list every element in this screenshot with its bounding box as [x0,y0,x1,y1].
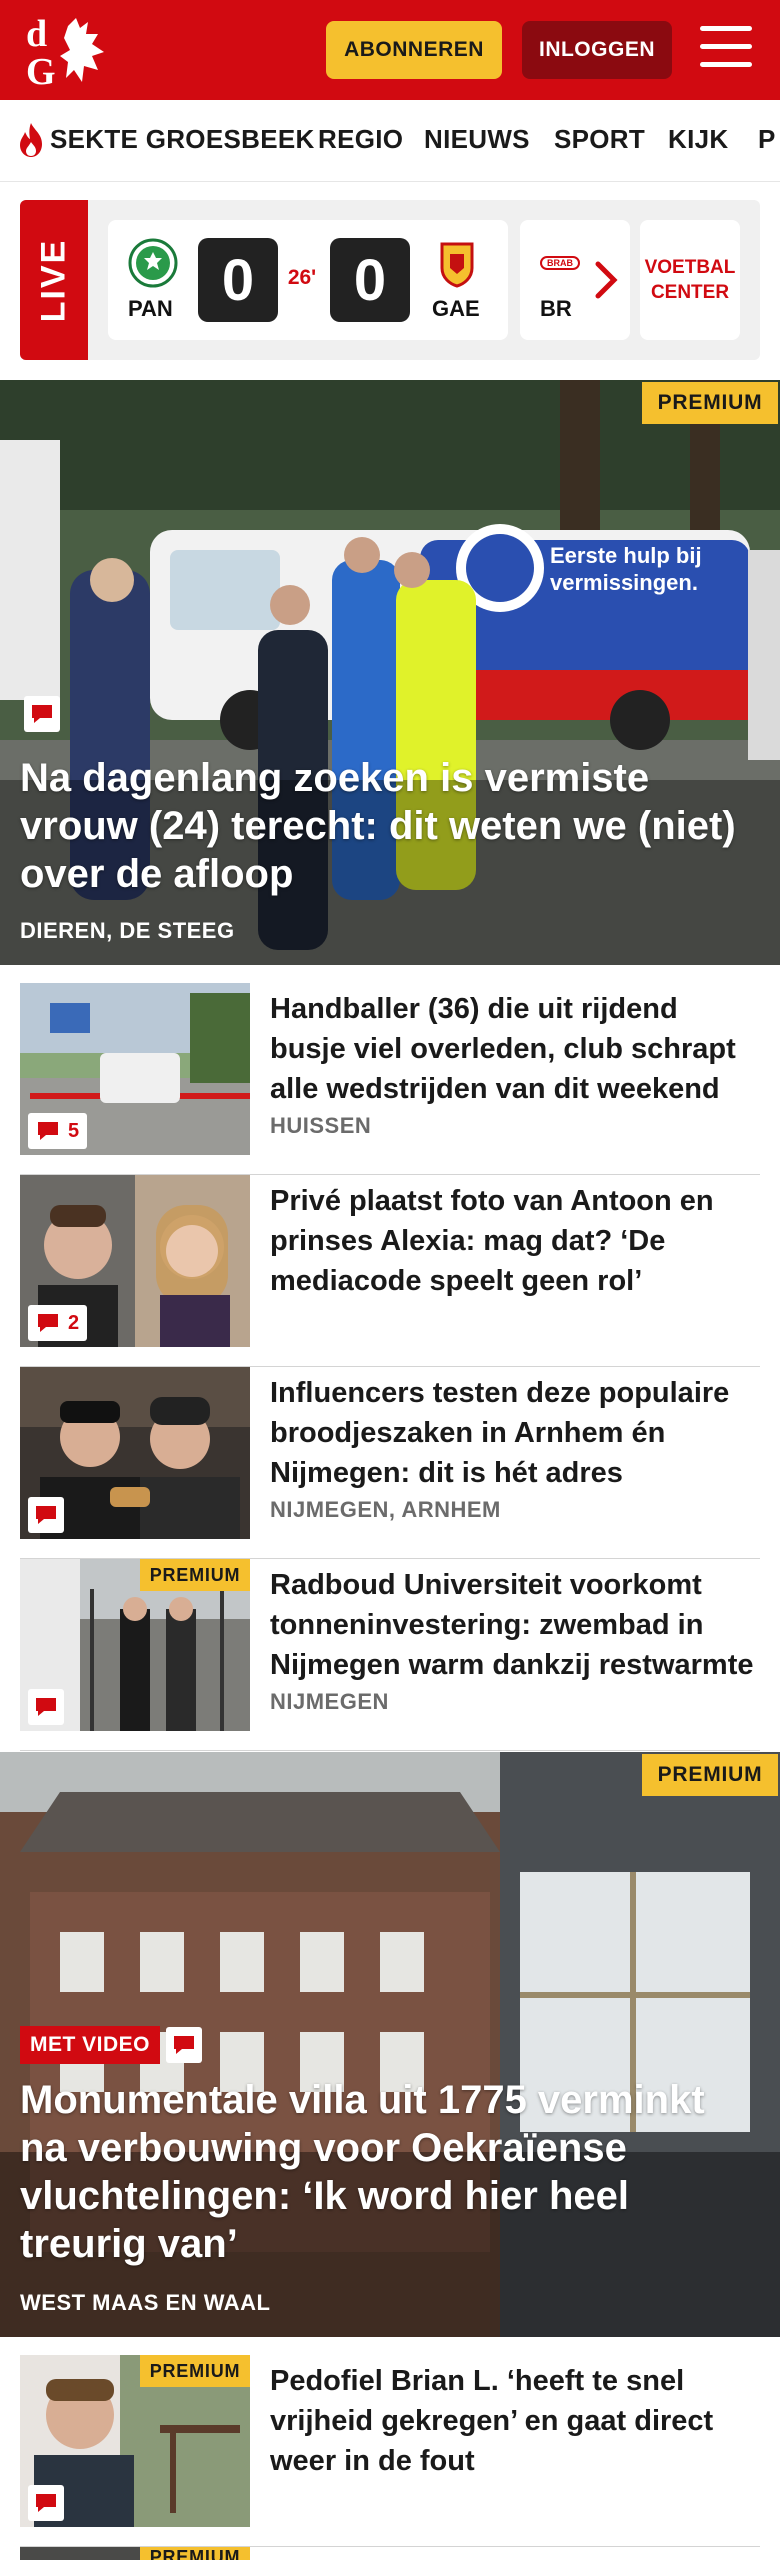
svg-text:vermissingen.: vermissingen. [550,570,698,595]
hero-title[interactable]: Na dagenlang zoeken is vermiste vrouw (2… [20,754,760,898]
comment-icon [24,696,60,732]
brab-logo-icon: BRAB [540,256,580,270]
login-button[interactable]: INLOGGEN [522,21,672,79]
nav-item-kijk[interactable]: KIJK [668,124,728,155]
home-team-code-2: BR [540,296,572,321]
site-header: d G ABONNEREN INLOGGEN [0,0,780,100]
nav-item-nieuws[interactable]: NIEUWS [424,124,530,155]
live-label: LIVE [20,200,88,360]
flame-icon [20,123,42,157]
comment-icon [166,2027,202,2063]
article-location: NIJMEGEN, ARNHEM [270,1497,501,1522]
article-location: NIJMEGEN [270,1689,389,1714]
list-item[interactable]: Influencers testen deze populaire broodj… [20,1367,760,1559]
main-nav: SEKTE GROESBEEK REGIO NIEUWS SPORT KIJK … [0,100,780,182]
premium-badge: PREMIUM [642,382,778,424]
feature-title[interactable]: Monumentale villa uit 1775 verminkt na v… [20,2076,760,2268]
svg-text:G: G [26,51,56,88]
comment-icon [28,1689,64,1725]
menu-icon[interactable] [700,26,752,72]
subscribe-button[interactable]: ABONNEREN [326,21,502,79]
comment-icon [38,1122,58,1140]
feature-article[interactable]: PREMIUM MET VIDEO Monumentale villa uit … [0,1752,780,2337]
article-title[interactable]: Influencers testen deze populaire broodj… [270,1373,760,1493]
premium-badge: PREMIUM [140,2355,250,2387]
list-item[interactable]: 5 Handballer (36) die uit rijdend busje … [20,983,760,1175]
voetbal-center-button[interactable]: VOETBAL CENTER [640,220,740,340]
list-item[interactable]: 2 Privé plaatst foto van Antoon en prins… [20,1175,760,1367]
live-scores-bar: LIVE PAN 0 26' 0 GAE BRAB BR VOETBAL CEN… [20,200,760,360]
nav-item-sport[interactable]: SPORT [554,124,645,155]
premium-badge: PREMIUM [140,1559,250,1591]
comment-count-badge: 2 [28,1305,88,1341]
comment-icon [28,1497,64,1533]
match-card[interactable]: PAN 0 26' 0 GAE [108,220,508,340]
nav-item-partial[interactable]: P [758,124,776,155]
home-score: 0 [198,238,278,322]
list-item[interactable]: PREMIUM Radboud Universiteit voorkomt to… [20,1559,760,1751]
hero-location: DIEREN, DE STEEG [20,918,235,943]
match-minute: 26' [287,266,317,289]
comment-icon [38,1314,58,1332]
premium-badge: PREMIUM [140,2547,250,2560]
pan-logo-icon [128,238,178,288]
dg-logo[interactable]: d G [22,12,114,88]
nav-item-regio[interactable]: REGIO [318,124,403,155]
list-item[interactable]: PREMIUM Pedofiel Brian L. ‘heeft te snel… [20,2355,760,2547]
away-score: 0 [330,238,410,322]
away-team-code: GAE [432,296,480,321]
svg-text:Eerste hulp bij: Eerste hulp bij [550,543,702,568]
feature-location: WEST MAAS EN WAAL [20,2290,271,2315]
home-team-code: PAN [128,296,173,321]
article-title[interactable]: Privé plaatst foto van Antoon en prinses… [270,1181,760,1301]
svg-text:d: d [26,13,47,55]
gae-logo-icon [440,242,474,288]
nav-item-sekte-groesbeek[interactable]: SEKTE GROESBEEK [50,124,315,155]
chevron-right-icon[interactable] [592,252,624,308]
article-title[interactable]: Pedofiel Brian L. ‘heeft te snel vrijhei… [270,2361,760,2481]
comment-icon [28,2485,64,2521]
article-title[interactable]: Handballer (36) die uit rijdend busje vi… [270,989,760,1109]
article-location: HUISSEN [270,1113,372,1138]
video-label: MET VIDEO [20,2026,160,2064]
hero-article[interactable]: Eerste hulp bij vermissingen. PREMIUM Na… [0,380,780,965]
comment-count-badge: 5 [28,1113,88,1149]
article-title[interactable]: Radboud Universiteit voorkomt tonneninve… [270,1565,760,1685]
premium-badge: PREMIUM [642,1754,778,1796]
list-item[interactable]: PREMIUM [20,2547,760,2560]
